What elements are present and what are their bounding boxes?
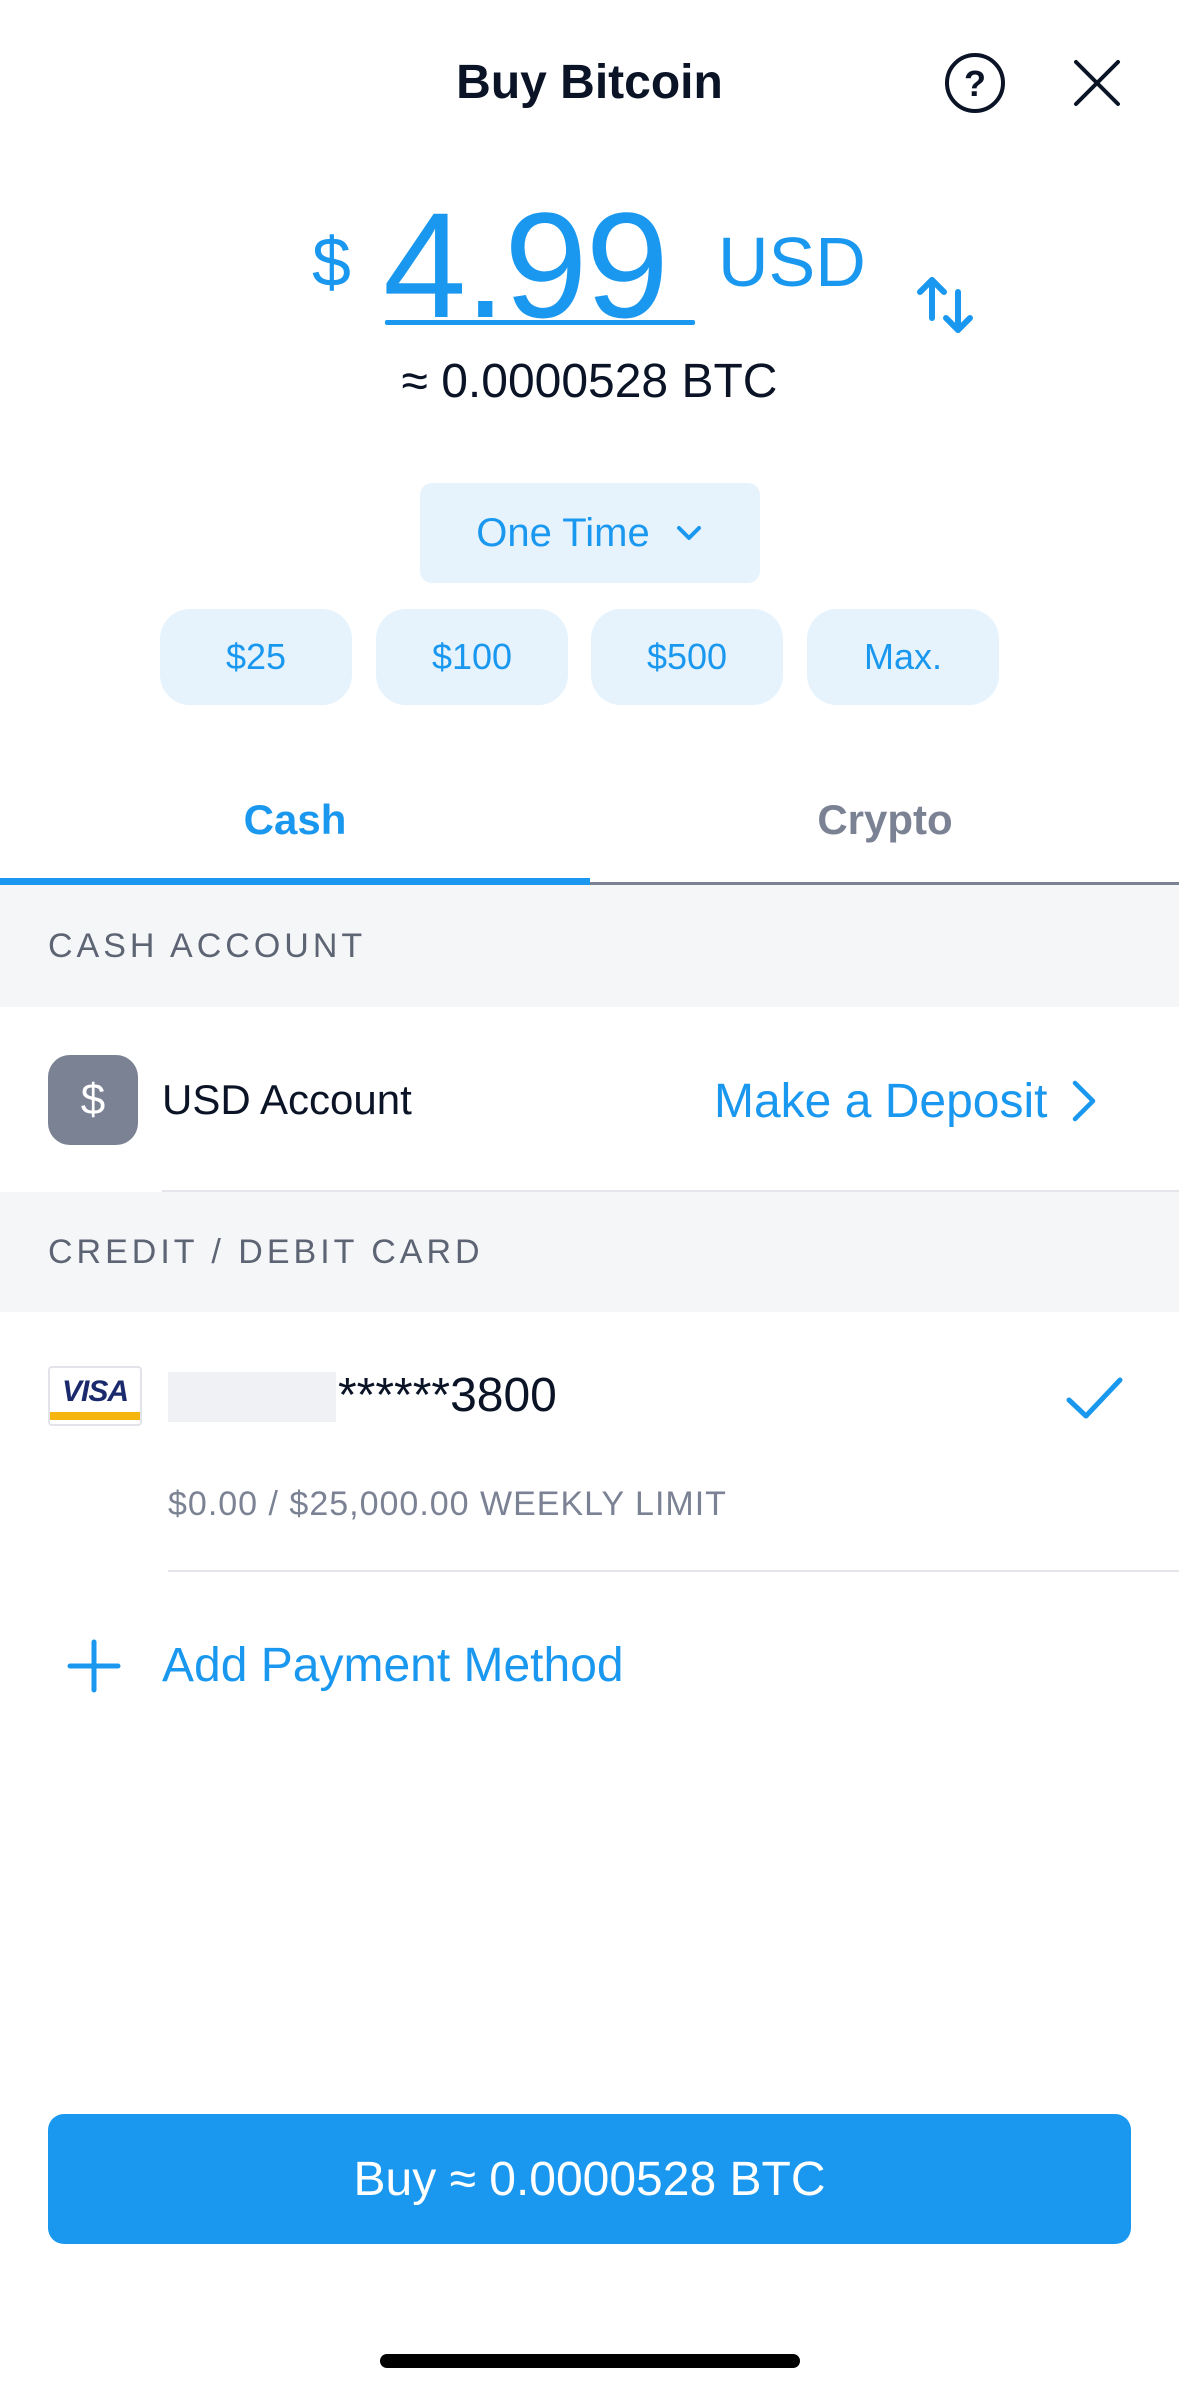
quick-amount-25[interactable]: $25 xyxy=(160,609,352,705)
swap-arrows-icon xyxy=(917,277,973,333)
currency-symbol: $ xyxy=(312,223,351,301)
swap-currency-button[interactable] xyxy=(910,270,980,340)
tab-active-indicator xyxy=(0,878,590,885)
card-weekly-limit: $0.00 / $25,000.00 WEEKLY LIMIT xyxy=(168,1485,727,1523)
add-payment-icon-button[interactable] xyxy=(66,1638,122,1694)
crypto-equivalent: ≈ 0.0000528 BTC xyxy=(401,355,778,408)
question-circle-icon: ? xyxy=(945,53,1005,113)
frequency-dropdown[interactable]: One Time xyxy=(420,483,760,583)
home-indicator[interactable] xyxy=(380,2354,800,2368)
amount-underline xyxy=(385,320,695,325)
selected-check-button[interactable] xyxy=(1064,1368,1124,1428)
card-number[interactable]: ******3800 xyxy=(338,1364,557,1428)
section-header-cash-account: CASH ACCOUNT xyxy=(0,885,1179,1007)
amount-input[interactable]: 4.99 xyxy=(383,190,669,340)
make-deposit-label: Make a Deposit xyxy=(714,1074,1048,1128)
svg-text:?: ? xyxy=(964,63,986,104)
chevron-down-icon xyxy=(676,526,701,540)
add-payment-method-link[interactable]: Add Payment Method xyxy=(162,1634,624,1698)
plus-icon xyxy=(67,1639,121,1693)
quick-amount-100[interactable]: $100 xyxy=(376,609,568,705)
visa-stripe xyxy=(50,1412,140,1420)
quick-amount-max[interactable]: Max. xyxy=(807,609,999,705)
card-name-redacted xyxy=(168,1372,336,1422)
tab-cash[interactable]: Cash xyxy=(0,780,590,860)
close-icon xyxy=(1074,60,1120,106)
section-header-card: CREDIT / DEBIT CARD xyxy=(0,1192,1179,1312)
checkmark-icon xyxy=(1066,1377,1123,1419)
visa-logo: VISA xyxy=(48,1366,142,1426)
visa-brand: VISA xyxy=(61,1375,129,1408)
tab-crypto[interactable]: Crypto xyxy=(590,780,1179,860)
help-button[interactable]: ? xyxy=(944,52,1006,114)
close-button[interactable] xyxy=(1066,52,1128,114)
currency-code: USD xyxy=(718,223,866,301)
chevron-right-icon xyxy=(1072,1080,1095,1122)
divider xyxy=(168,1570,1179,1572)
usd-account-label: USD Account xyxy=(162,1076,412,1123)
dollar-icon: $ xyxy=(48,1055,138,1145)
frequency-label: One Time xyxy=(476,510,650,555)
buy-button[interactable]: Buy ≈ 0.0000528 BTC xyxy=(48,2114,1131,2244)
make-deposit-link[interactable]: Make a Deposit xyxy=(714,1066,1098,1136)
quick-amount-500[interactable]: $500 xyxy=(591,609,783,705)
